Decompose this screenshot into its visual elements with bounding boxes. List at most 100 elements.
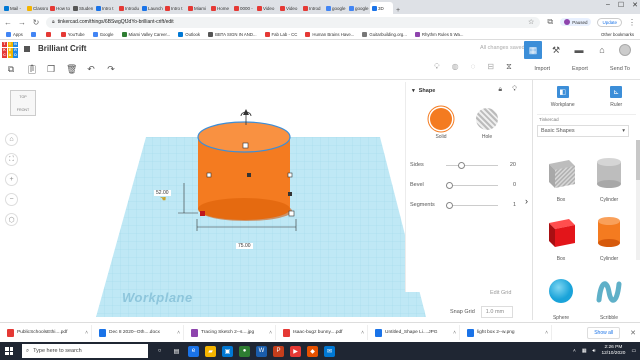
- home-view-icon[interactable]: ⌂: [5, 133, 18, 146]
- bookmark-item[interactable]: BBTA SIGN IN AND...: [208, 32, 257, 37]
- paste-icon[interactable]: 📋︎: [26, 64, 37, 75]
- browser-tab[interactable]: How to: [48, 2, 71, 14]
- view-cube-front[interactable]: FRONT: [11, 108, 35, 112]
- bookmark-item[interactable]: Miami Valley Career...: [121, 32, 170, 37]
- taskbar-app-icon[interactable]: ●: [239, 345, 250, 357]
- edit-grid-button[interactable]: Edit Grid: [490, 290, 511, 296]
- corner-handle[interactable]: [287, 172, 293, 178]
- chevron-up-icon[interactable]: ˄: [361, 330, 364, 336]
- lightbulb-icon[interactable]: 💡︎: [512, 86, 517, 94]
- tinkercad-logo[interactable]: TIN KER CAD: [2, 42, 18, 58]
- library-shape-cyl[interactable]: Cylinder: [585, 211, 633, 262]
- browser-tab[interactable]: Studen: [71, 2, 94, 14]
- bookmark-item[interactable]: Guitarbuilding.org...: [362, 32, 407, 37]
- taskbar-app-icon[interactable]: ▣: [222, 345, 233, 357]
- copy-icon[interactable]: ⧉: [6, 64, 16, 75]
- library-shape-scribble[interactable]: Scribble: [585, 270, 633, 321]
- browser-tab[interactable]: Classro: [25, 2, 48, 14]
- library-shape-box-hole[interactable]: Box: [537, 152, 585, 203]
- design-grid-icon[interactable]: [24, 46, 30, 52]
- param-value[interactable]: 1: [513, 202, 516, 208]
- align-icon[interactable]: ⊟: [487, 62, 494, 72]
- param-value[interactable]: 0: [513, 182, 516, 188]
- ruler-tool[interactable]: ⊾ Ruler: [610, 86, 623, 108]
- bookmark-item[interactable]: Rhythm Rules 5 Wa...: [414, 32, 464, 37]
- close-icon[interactable]: ✕: [632, 1, 638, 9]
- height-handle[interactable]: [242, 142, 249, 149]
- download-item[interactable]: Untitled_Shape Li....JPG ˄: [372, 325, 460, 340]
- solid-option[interactable]: Solid: [430, 108, 452, 140]
- undo-icon[interactable]: ↶: [86, 64, 96, 75]
- browser-tab[interactable]: Video: [278, 2, 301, 14]
- lightbulb-icon[interactable]: 💡︎: [434, 62, 440, 72]
- extensions-icon[interactable]: ⧉: [546, 17, 554, 27]
- back-icon[interactable]: ←: [4, 18, 12, 27]
- param-value[interactable]: 20: [510, 162, 516, 168]
- download-item[interactable]: Isaac-bugz bunny....pdf ˄: [280, 325, 368, 340]
- workplane-tool[interactable]: ◧ Workplane: [551, 86, 575, 108]
- browser-tab[interactable]: Introd: [301, 2, 324, 14]
- browser-tab[interactable]: Video: [255, 2, 278, 14]
- inspector-header[interactable]: ▾ Shape: [412, 88, 435, 94]
- browser-tab[interactable]: Launch: [140, 2, 163, 14]
- side-handle[interactable]: [247, 173, 251, 177]
- browser-tab[interactable]: 0000 -: [232, 2, 255, 14]
- param-slider[interactable]: [446, 205, 498, 206]
- slider-knob[interactable]: [446, 181, 453, 189]
- library-shape-sphere[interactable]: Sphere: [537, 270, 585, 321]
- browser-tab[interactable]: google: [347, 2, 370, 14]
- menu-icon[interactable]: ⋮: [628, 18, 636, 27]
- volume-icon[interactable]: 🔊︎: [592, 348, 595, 354]
- taskbar-app-icon[interactable]: ○: [154, 345, 165, 357]
- browser-tab[interactable]: Home: [209, 2, 232, 14]
- chevron-up-icon[interactable]: ˄: [545, 330, 548, 336]
- duplicate-icon[interactable]: ❐: [46, 64, 56, 75]
- bookmark-item[interactable]: YouTube: [60, 32, 85, 37]
- chevron-up-icon[interactable]: ˄: [177, 330, 180, 336]
- bricks-icon[interactable]: ▬: [570, 41, 588, 59]
- delete-icon[interactable]: 🗑︎: [66, 64, 77, 75]
- corner-handle[interactable]: [288, 210, 295, 217]
- taskbar-app-icon[interactable]: ◆: [307, 345, 318, 357]
- reload-icon[interactable]: ↻: [32, 18, 40, 27]
- browser-tab[interactable]: Intro t: [94, 2, 117, 14]
- bookmark-item[interactable]: Google: [92, 32, 114, 37]
- browser-tab[interactable]: 3D: [370, 2, 393, 14]
- download-item[interactable]: PublicSchoolsEthi....pdf ˄: [4, 325, 92, 340]
- bookmark-item[interactable]: [30, 32, 38, 37]
- panel-collapse-icon[interactable]: ›: [525, 196, 528, 206]
- clock[interactable]: 2:26 PM 12/10/2020: [601, 345, 625, 357]
- width-dimension[interactable]: 75.00: [236, 243, 253, 249]
- library-category-select[interactable]: Basic Shapes ▾: [537, 125, 629, 137]
- side-handle[interactable]: [288, 192, 292, 196]
- zoom-out-icon[interactable]: −: [5, 193, 18, 206]
- browser-tab[interactable]: google: [324, 2, 347, 14]
- download-item[interactable]: Tracing Sketch 2--s....jpg ˄: [188, 325, 276, 340]
- corner-handle[interactable]: [206, 172, 212, 178]
- library-shape-cyl-hole[interactable]: Cylinder: [585, 152, 633, 203]
- import-button[interactable]: Import: [534, 66, 550, 72]
- profile-button[interactable]: Paused: [560, 18, 592, 26]
- library-shape-box[interactable]: Box: [537, 211, 585, 262]
- hole-option[interactable]: Hole: [476, 108, 498, 140]
- export-button[interactable]: Export: [572, 66, 588, 72]
- selected-cylinder[interactable]: [150, 105, 310, 240]
- redo-icon[interactable]: ↷: [106, 64, 116, 75]
- 3d-view-icon[interactable]: ▦: [524, 41, 542, 59]
- param-slider[interactable]: [446, 185, 498, 186]
- send-to-button[interactable]: Send To: [610, 66, 630, 72]
- download-item[interactable]: light box 2--w.png ˄: [464, 325, 552, 340]
- solid-swatch[interactable]: [430, 108, 452, 130]
- network-icon[interactable]: ▦: [582, 349, 587, 354]
- library-scrollbar[interactable]: [636, 140, 640, 260]
- snap-grid-select[interactable]: 1.0 mm: [480, 306, 513, 318]
- new-tab-button[interactable]: +: [393, 7, 403, 14]
- other-bookmarks[interactable]: Other bookmarks: [601, 32, 634, 37]
- bookmark-item[interactable]: Fab Lab - CC: [264, 32, 297, 37]
- fit-view-icon[interactable]: ⛶: [5, 153, 18, 166]
- minimize-icon[interactable]: –: [606, 1, 610, 9]
- group-icon[interactable]: ◍: [452, 62, 459, 72]
- forward-icon[interactable]: →: [18, 18, 26, 27]
- perspective-icon[interactable]: ⬡: [5, 213, 18, 226]
- zoom-in-icon[interactable]: +: [5, 173, 18, 186]
